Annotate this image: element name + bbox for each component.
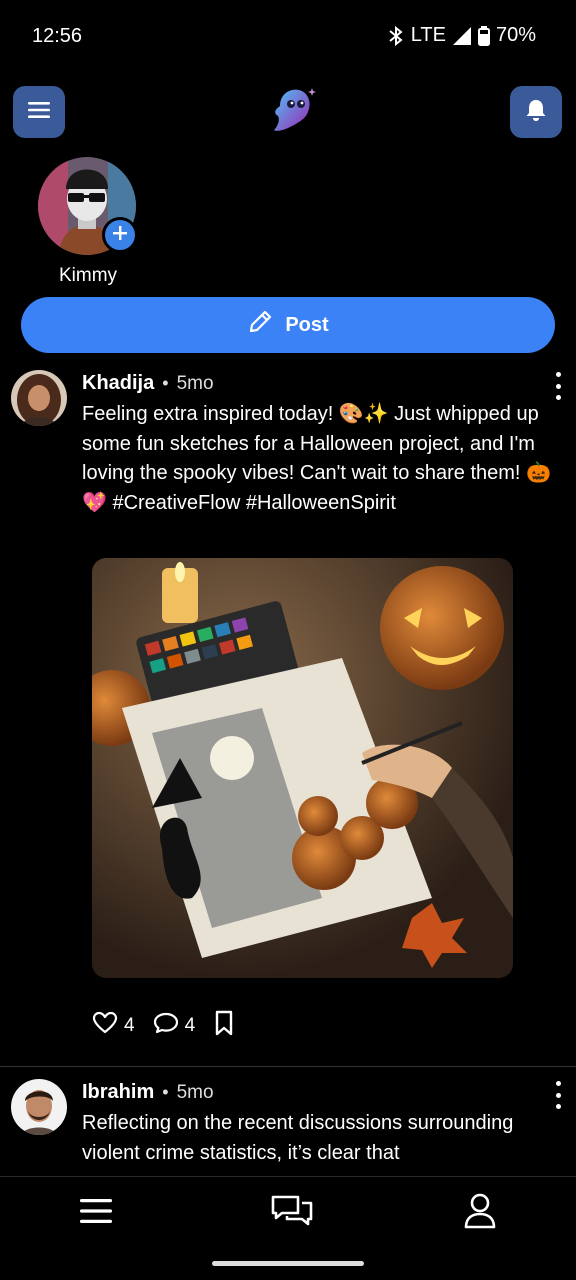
bell-icon [525, 98, 547, 127]
more-options-icon[interactable] [552, 372, 564, 400]
separator: • [162, 373, 169, 393]
comment-icon [153, 1011, 179, 1041]
nav-feed[interactable] [74, 1193, 118, 1233]
avatar [38, 157, 138, 255]
post-button-label: Post [285, 313, 329, 336]
separator: • [162, 1082, 169, 1102]
post-text: Feeling extra inspired today! 🎨✨ Just wh… [82, 403, 551, 514]
heart-icon [92, 1011, 118, 1041]
top-app-bar [0, 86, 576, 138]
pencil-icon [247, 309, 273, 341]
feed-icon [78, 1197, 114, 1230]
post-author[interactable]: Ibrahim [82, 1081, 154, 1104]
bluetooth-icon [387, 25, 405, 47]
post-image[interactable] [92, 558, 513, 978]
bookmark-icon [213, 1010, 235, 1042]
post-time: 5mo [176, 1082, 214, 1103]
ghost-logo [266, 84, 320, 138]
avatar[interactable] [11, 370, 67, 426]
like-count: 4 [124, 1015, 135, 1036]
battery-icon [477, 25, 490, 46]
status-bar: 12:56 LTE 70% [0, 0, 576, 72]
bookmark-button[interactable] [213, 1010, 235, 1042]
post-divider [0, 1066, 576, 1067]
post-text: Reflecting on the recent discussions sur… [82, 1112, 514, 1164]
avatar[interactable] [11, 1079, 67, 1135]
comment-button[interactable]: 4 [153, 1011, 196, 1041]
home-indicator[interactable] [212, 1261, 364, 1266]
post-actions: 4 4 [92, 1010, 235, 1042]
story-name: Kimmy [58, 265, 118, 286]
notifications-button[interactable] [510, 86, 562, 138]
chat-icon [270, 1194, 314, 1233]
status-icons: LTE 70% [387, 24, 536, 47]
comment-count: 4 [184, 1015, 196, 1036]
more-options-icon[interactable] [552, 1081, 564, 1109]
story-item[interactable]: Kimmy [38, 157, 138, 287]
add-story-button[interactable] [102, 217, 138, 253]
signal-icon [452, 26, 472, 46]
menu-icon [27, 101, 51, 124]
post-author[interactable]: Khadija [82, 372, 154, 395]
create-post-button[interactable]: Post [21, 297, 555, 353]
post-header: Ibrahim • 5mo [82, 1081, 214, 1104]
menu-button[interactable] [13, 86, 65, 138]
network-type: LTE [410, 24, 446, 46]
profile-icon [463, 1193, 497, 1234]
post-time: 5mo [176, 373, 214, 394]
plus-icon [111, 224, 129, 247]
nav-chat[interactable] [270, 1193, 314, 1233]
nav-profile[interactable] [458, 1193, 502, 1233]
post-header: Khadija • 5mo [82, 372, 214, 395]
status-time: 12:56 [32, 25, 83, 47]
like-button[interactable]: 4 [92, 1011, 135, 1041]
battery-level: 70% [495, 24, 536, 46]
bottom-navigation [0, 1176, 576, 1280]
